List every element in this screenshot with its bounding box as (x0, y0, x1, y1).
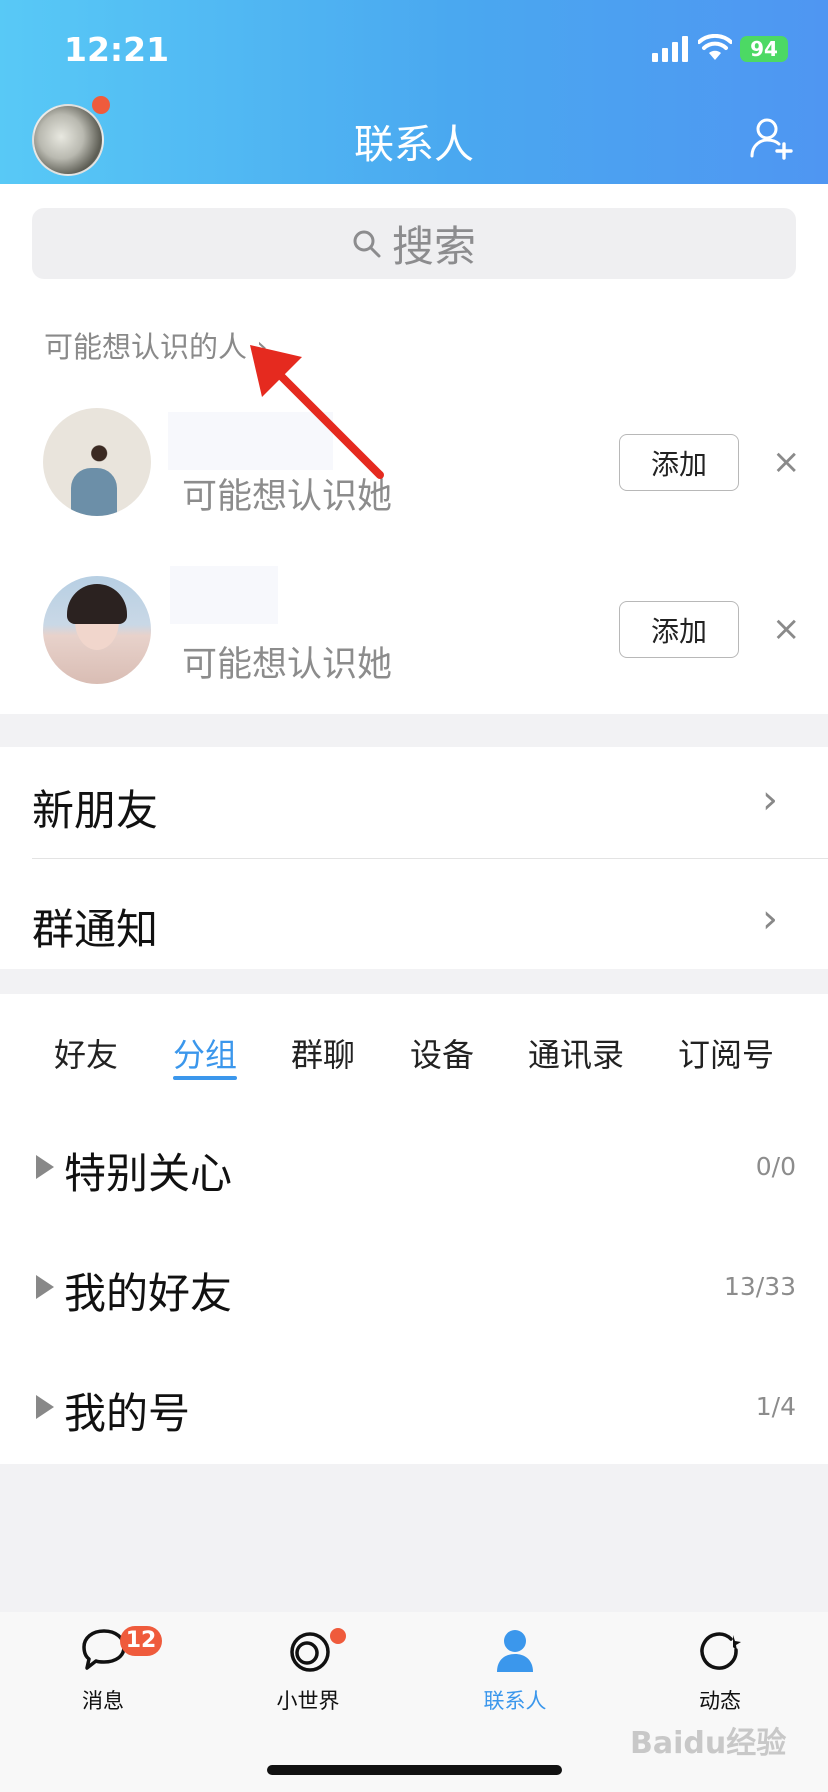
suggested-user-avatar[interactable] (43, 576, 151, 684)
group-name: 特别关心 (64, 1149, 233, 1198)
unread-badge: 12 (120, 1626, 162, 1656)
tabbar-contacts-label[interactable]: 联系人 (455, 1685, 575, 1715)
tabbar-messages-label[interactable]: 消息 (43, 1685, 163, 1715)
battery-indicator: 94 (740, 36, 788, 62)
suggested-user-avatar[interactable] (43, 408, 151, 516)
suggested-user-name-redacted (170, 566, 278, 624)
add-friend-button[interactable]: 添加 (619, 434, 739, 491)
red-arrow-annotation (250, 345, 384, 479)
new-friends-label: 新朋友 (32, 786, 159, 835)
tab-groups[interactable]: 分组 (173, 1030, 237, 1076)
watermark: Baidu经验 (630, 1726, 787, 1761)
suggestions-title-link[interactable]: 可能想认识的人 › (44, 324, 268, 366)
search-bar[interactable]: 搜索 (32, 208, 796, 279)
group-count: 13/33 (723, 1272, 796, 1301)
tabbar-world-label[interactable]: 小世界 (248, 1685, 368, 1715)
dismiss-icon[interactable]: × (772, 609, 801, 649)
add-friend-button[interactable]: 添加 (619, 601, 739, 658)
wifi-icon (698, 34, 732, 60)
tab-friends[interactable]: 好友 (54, 1030, 118, 1076)
page-title: 联系人 (354, 122, 474, 168)
world-icon[interactable] (288, 1630, 332, 1674)
group-name: 我的好友 (64, 1269, 233, 1318)
tab-devices[interactable]: 设备 (410, 1030, 474, 1076)
contacts-icon[interactable] (494, 1628, 536, 1674)
group-count: 1/4 (755, 1392, 796, 1421)
signal-icon (652, 36, 688, 62)
expand-triangle-icon (36, 1155, 54, 1179)
tabbar-moments-label[interactable]: 动态 (660, 1685, 780, 1715)
suggested-user-subtitle: 可能想认识她 (182, 645, 393, 685)
add-contact-icon[interactable] (750, 116, 794, 160)
group-name: 我的号 (64, 1389, 191, 1438)
chevron-right-icon: › (762, 777, 778, 823)
status-time: 12:21 (64, 30, 170, 69)
group-notice-label: 群通知 (32, 905, 159, 954)
moments-icon[interactable] (698, 1630, 742, 1674)
search-placeholder: 搜索 (391, 222, 476, 271)
expand-triangle-icon (36, 1395, 54, 1419)
dismiss-icon[interactable]: × (772, 442, 801, 482)
group-count: 0/0 (755, 1152, 796, 1181)
chevron-right-icon: › (762, 896, 778, 942)
tab-subscriptions[interactable]: 订阅号 (678, 1030, 774, 1076)
active-tab-indicator (173, 1076, 237, 1080)
expand-triangle-icon (36, 1275, 54, 1299)
tab-group-chats[interactable]: 群聊 (291, 1030, 355, 1076)
tab-address-book[interactable]: 通讯录 (528, 1030, 624, 1076)
search-icon (353, 230, 381, 257)
notification-dot (330, 1628, 346, 1644)
home-indicator[interactable] (267, 1765, 562, 1775)
